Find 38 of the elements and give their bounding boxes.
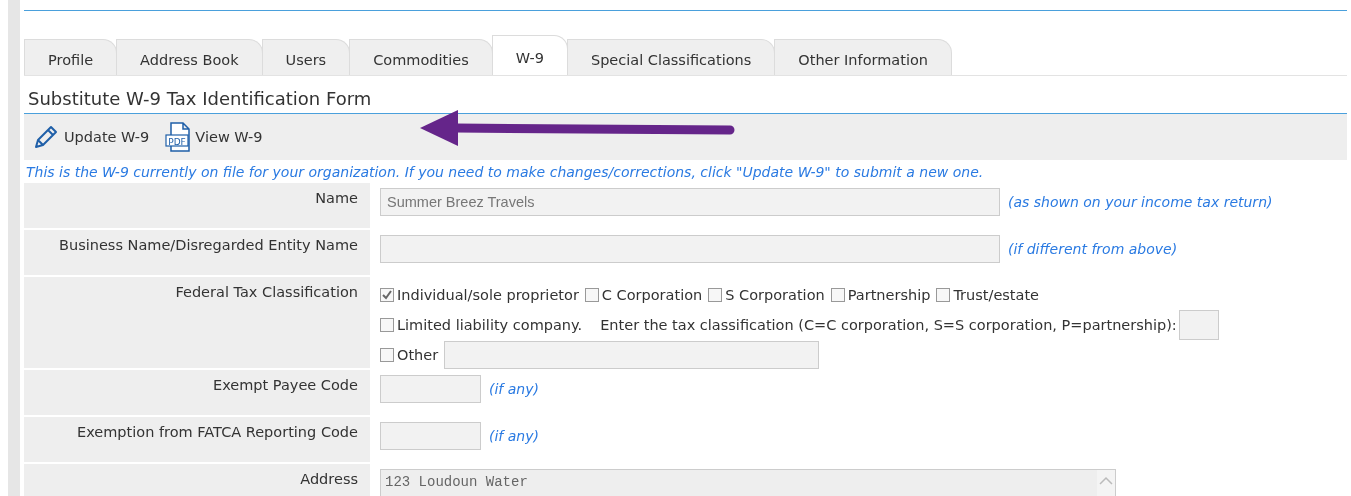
field-hint: (if any) — [489, 428, 539, 444]
classification-prompt: Enter the tax classification (C=C corporation, S=S corporation, P=partnership): — [600, 317, 1177, 333]
notice-text: This is the W-9 currently on file for your organization. If you need to make changes/corrections, click "Update W-9" to submit a new one. — [25, 163, 985, 182]
option-label: Other — [397, 347, 439, 363]
option-label: Partnership — [847, 287, 931, 303]
field-label: Exemption from FATCA Reporting Code — [24, 417, 370, 462]
tab[interactable]: Other Information — [774, 39, 952, 75]
field-label: Business Name/Disregarded Entity Name — [24, 230, 370, 275]
tab[interactable]: Profile — [24, 39, 118, 75]
option-label: Individual/sole proprietor — [397, 287, 579, 303]
checkbox[interactable] — [380, 318, 394, 332]
field-label: Address — [24, 464, 370, 496]
tab[interactable]: Special Classifications — [566, 39, 776, 75]
tab[interactable]: Commodities — [349, 39, 493, 75]
field-hint: (if different from above) — [1008, 241, 1178, 257]
pencil-icon — [32, 123, 60, 151]
checkbox[interactable] — [936, 288, 951, 302]
field-label: Federal Tax Classification — [24, 277, 370, 368]
field-label: Name — [24, 183, 370, 228]
checkbox[interactable] — [708, 288, 723, 302]
field-label: Exempt Payee Code — [24, 370, 370, 415]
field-hint: (as shown on your income tax return) — [1008, 194, 1273, 210]
option-label: C Corporation — [601, 287, 703, 303]
checkbox[interactable] — [380, 288, 394, 302]
option-label: S Corporation — [725, 287, 825, 303]
option-label: Trust/estate — [953, 287, 1040, 303]
checkbox[interactable] — [380, 348, 394, 362]
checkbox[interactable] — [830, 288, 845, 302]
address-text: 123 Loudoun Water — [384, 473, 529, 492]
field-hint: (if any) — [489, 381, 539, 397]
view-button[interactable]: PDF View W-9 — [165, 122, 263, 152]
tab[interactable]: Address Book — [116, 39, 263, 75]
address-field[interactable]: 123 Loudoun Water — [380, 469, 1116, 496]
update-button[interactable]: Update W-9 — [32, 123, 150, 151]
scroll-up-icon[interactable] — [1099, 476, 1113, 485]
tab[interactable]: Users — [261, 39, 351, 75]
option-label: Limited liability company. — [397, 317, 583, 333]
checkbox[interactable] — [584, 288, 599, 302]
